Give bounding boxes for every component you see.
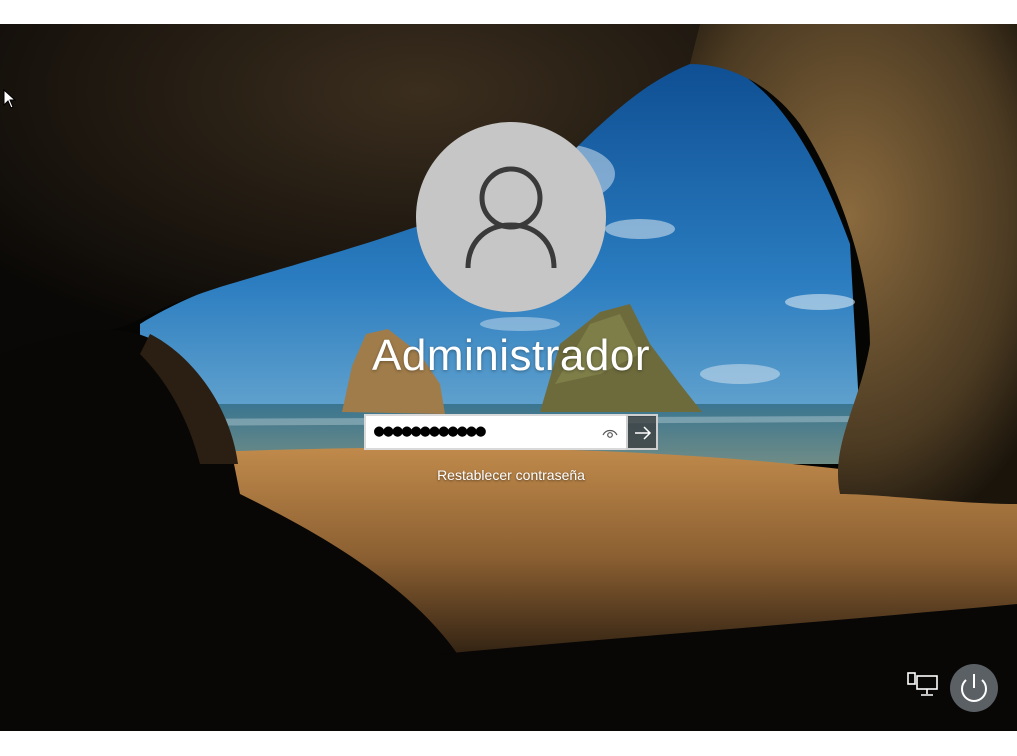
bottom-margin bbox=[0, 731, 1017, 756]
power-icon bbox=[961, 674, 987, 702]
reset-password-link[interactable]: Restablecer contraseña bbox=[380, 467, 642, 483]
network-icon[interactable] bbox=[906, 670, 940, 698]
password-value: ●●●●●●●●●●●● bbox=[374, 421, 486, 441]
eye-icon[interactable] bbox=[602, 426, 618, 440]
user-silhouette-icon bbox=[465, 166, 557, 269]
lock-screen: Administrador ●●●●●●●●●●●● Restablecer c… bbox=[0, 24, 1017, 731]
password-field[interactable]: ●●●●●●●●●●●● bbox=[364, 414, 626, 450]
user-avatar bbox=[416, 122, 606, 312]
top-margin bbox=[0, 0, 1017, 24]
power-button[interactable] bbox=[950, 664, 998, 712]
username-label: Administrador bbox=[372, 331, 650, 380]
mouse-pointer-icon bbox=[3, 89, 17, 109]
arrow-right-icon bbox=[635, 426, 652, 440]
submit-button[interactable] bbox=[626, 414, 658, 450]
password-row: ●●●●●●●●●●●● bbox=[364, 414, 658, 450]
